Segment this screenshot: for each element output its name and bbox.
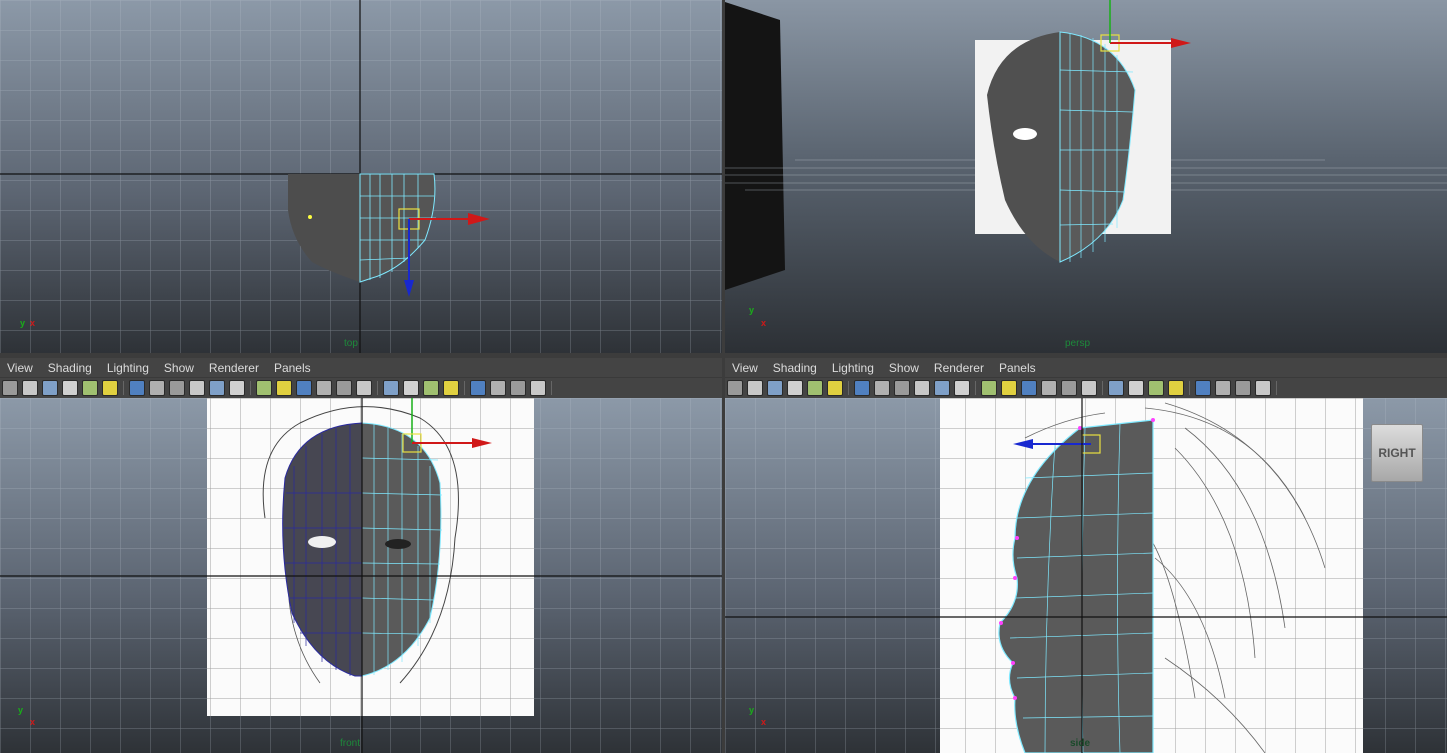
viewcube-right[interactable]: RIGHT bbox=[1371, 424, 1423, 482]
viewport-persp-scene bbox=[725, 0, 1447, 290]
shadows-icon[interactable] bbox=[296, 380, 312, 396]
toolbar-separator bbox=[464, 381, 465, 395]
bounding-box-icon[interactable] bbox=[189, 380, 205, 396]
axis-indicator: y bbox=[749, 305, 755, 315]
camera-label: top bbox=[344, 338, 358, 349]
viewport-front-scene bbox=[0, 398, 722, 753]
isolate-select-icon[interactable] bbox=[403, 380, 419, 396]
frame-all-icon[interactable] bbox=[510, 380, 526, 396]
camera-label: side bbox=[1070, 738, 1091, 749]
ambient-occlusion-icon[interactable] bbox=[316, 380, 332, 396]
smooth-shade-icon[interactable] bbox=[874, 380, 890, 396]
lighting-default-icon[interactable] bbox=[981, 380, 997, 396]
points-icon[interactable] bbox=[209, 380, 225, 396]
select-camera-icon[interactable] bbox=[2, 380, 18, 396]
viewport-front[interactable]: y x front bbox=[0, 398, 722, 753]
viewport-persp[interactable]: y x persp bbox=[725, 0, 1447, 353]
flat-shade-icon[interactable] bbox=[894, 380, 910, 396]
axis-indicator: y bbox=[18, 705, 24, 715]
menu-view[interactable]: View bbox=[732, 361, 758, 375]
axis-indicator-x: x bbox=[761, 717, 767, 727]
isolate-select-icon[interactable] bbox=[1128, 380, 1144, 396]
panel-toolbar-right bbox=[725, 377, 1447, 398]
camera-label: persp bbox=[1065, 338, 1091, 349]
frame-selection-icon[interactable] bbox=[490, 380, 506, 396]
lock-camera-icon[interactable] bbox=[22, 380, 38, 396]
panel-toolbar-left bbox=[0, 377, 722, 398]
resolution-gate-icon[interactable] bbox=[530, 380, 546, 396]
xray-joints-icon[interactable] bbox=[1168, 380, 1184, 396]
axis-indicator: y bbox=[749, 705, 755, 715]
toolbar-separator bbox=[123, 381, 124, 395]
camera-label: front bbox=[340, 738, 361, 749]
menu-shading[interactable]: Shading bbox=[773, 361, 817, 375]
smooth-shade-icon[interactable] bbox=[149, 380, 165, 396]
xray-components-icon[interactable] bbox=[1195, 380, 1211, 396]
motion-blur-icon[interactable] bbox=[336, 380, 352, 396]
menu-renderer[interactable]: Renderer bbox=[934, 361, 984, 375]
toolbar-separator bbox=[848, 381, 849, 395]
xray-joints-icon[interactable] bbox=[443, 380, 459, 396]
toolbar-separator bbox=[551, 381, 552, 395]
image-plane-icon[interactable] bbox=[62, 380, 78, 396]
textured-icon[interactable] bbox=[954, 380, 970, 396]
depth-of-field-icon[interactable] bbox=[1108, 380, 1124, 396]
frame-selection-icon[interactable] bbox=[1215, 380, 1231, 396]
bookmarks-icon[interactable] bbox=[42, 380, 58, 396]
xray-components-icon[interactable] bbox=[470, 380, 486, 396]
shadows-icon[interactable] bbox=[1021, 380, 1037, 396]
ambient-occlusion-icon[interactable] bbox=[1041, 380, 1057, 396]
toolbar-separator bbox=[1189, 381, 1190, 395]
viewport-side-scene bbox=[725, 398, 1447, 753]
wireframe-icon[interactable] bbox=[854, 380, 870, 396]
anti-alias-icon[interactable] bbox=[356, 380, 372, 396]
bounding-box-icon[interactable] bbox=[914, 380, 930, 396]
menu-view[interactable]: View bbox=[7, 361, 33, 375]
wireframe-icon[interactable] bbox=[129, 380, 145, 396]
axis-indicator-x: x bbox=[30, 717, 36, 727]
menu-shading[interactable]: Shading bbox=[48, 361, 92, 375]
lock-camera-icon[interactable] bbox=[747, 380, 763, 396]
menu-show[interactable]: Show bbox=[164, 361, 194, 375]
viewport-side[interactable]: y x side bbox=[725, 398, 1447, 753]
xray-icon[interactable] bbox=[423, 380, 439, 396]
menu-renderer[interactable]: Renderer bbox=[209, 361, 259, 375]
anti-alias-icon[interactable] bbox=[1081, 380, 1097, 396]
lighting-all-icon[interactable] bbox=[1001, 380, 1017, 396]
grease-pencil-icon[interactable] bbox=[827, 380, 843, 396]
image-plane-icon[interactable] bbox=[787, 380, 803, 396]
menu-lighting[interactable]: Lighting bbox=[107, 361, 149, 375]
2d-pan-icon[interactable] bbox=[807, 380, 823, 396]
viewport-top-grid bbox=[0, 0, 722, 353]
2d-pan-icon[interactable] bbox=[82, 380, 98, 396]
axis-indicator-x: x bbox=[30, 318, 36, 328]
menu-lighting[interactable]: Lighting bbox=[832, 361, 874, 375]
depth-of-field-icon[interactable] bbox=[383, 380, 399, 396]
lighting-all-icon[interactable] bbox=[276, 380, 292, 396]
toolbar-separator bbox=[1276, 381, 1277, 395]
axis-indicator-x: x bbox=[761, 318, 767, 328]
bookmarks-icon[interactable] bbox=[767, 380, 783, 396]
menu-panels[interactable]: Panels bbox=[999, 361, 1036, 375]
motion-blur-icon[interactable] bbox=[1061, 380, 1077, 396]
panel-menubar-left: View Shading Lighting Show Renderer Pane… bbox=[0, 358, 722, 377]
panel-menubar-right: View Shading Lighting Show Renderer Pane… bbox=[725, 358, 1447, 377]
lighting-default-icon[interactable] bbox=[256, 380, 272, 396]
axis-indicator: y bbox=[20, 318, 26, 328]
toolbar-separator bbox=[1102, 381, 1103, 395]
menu-panels[interactable]: Panels bbox=[274, 361, 311, 375]
toolbar-separator bbox=[250, 381, 251, 395]
textured-icon[interactable] bbox=[229, 380, 245, 396]
resolution-gate-icon[interactable] bbox=[1255, 380, 1271, 396]
flat-shade-icon[interactable] bbox=[169, 380, 185, 396]
viewport-top[interactable]: y x top bbox=[0, 0, 722, 353]
toolbar-separator bbox=[975, 381, 976, 395]
frame-all-icon[interactable] bbox=[1235, 380, 1251, 396]
points-icon[interactable] bbox=[934, 380, 950, 396]
toolbar-separator bbox=[377, 381, 378, 395]
select-camera-icon[interactable] bbox=[727, 380, 743, 396]
grease-pencil-icon[interactable] bbox=[102, 380, 118, 396]
xray-icon[interactable] bbox=[1148, 380, 1164, 396]
menu-show[interactable]: Show bbox=[889, 361, 919, 375]
